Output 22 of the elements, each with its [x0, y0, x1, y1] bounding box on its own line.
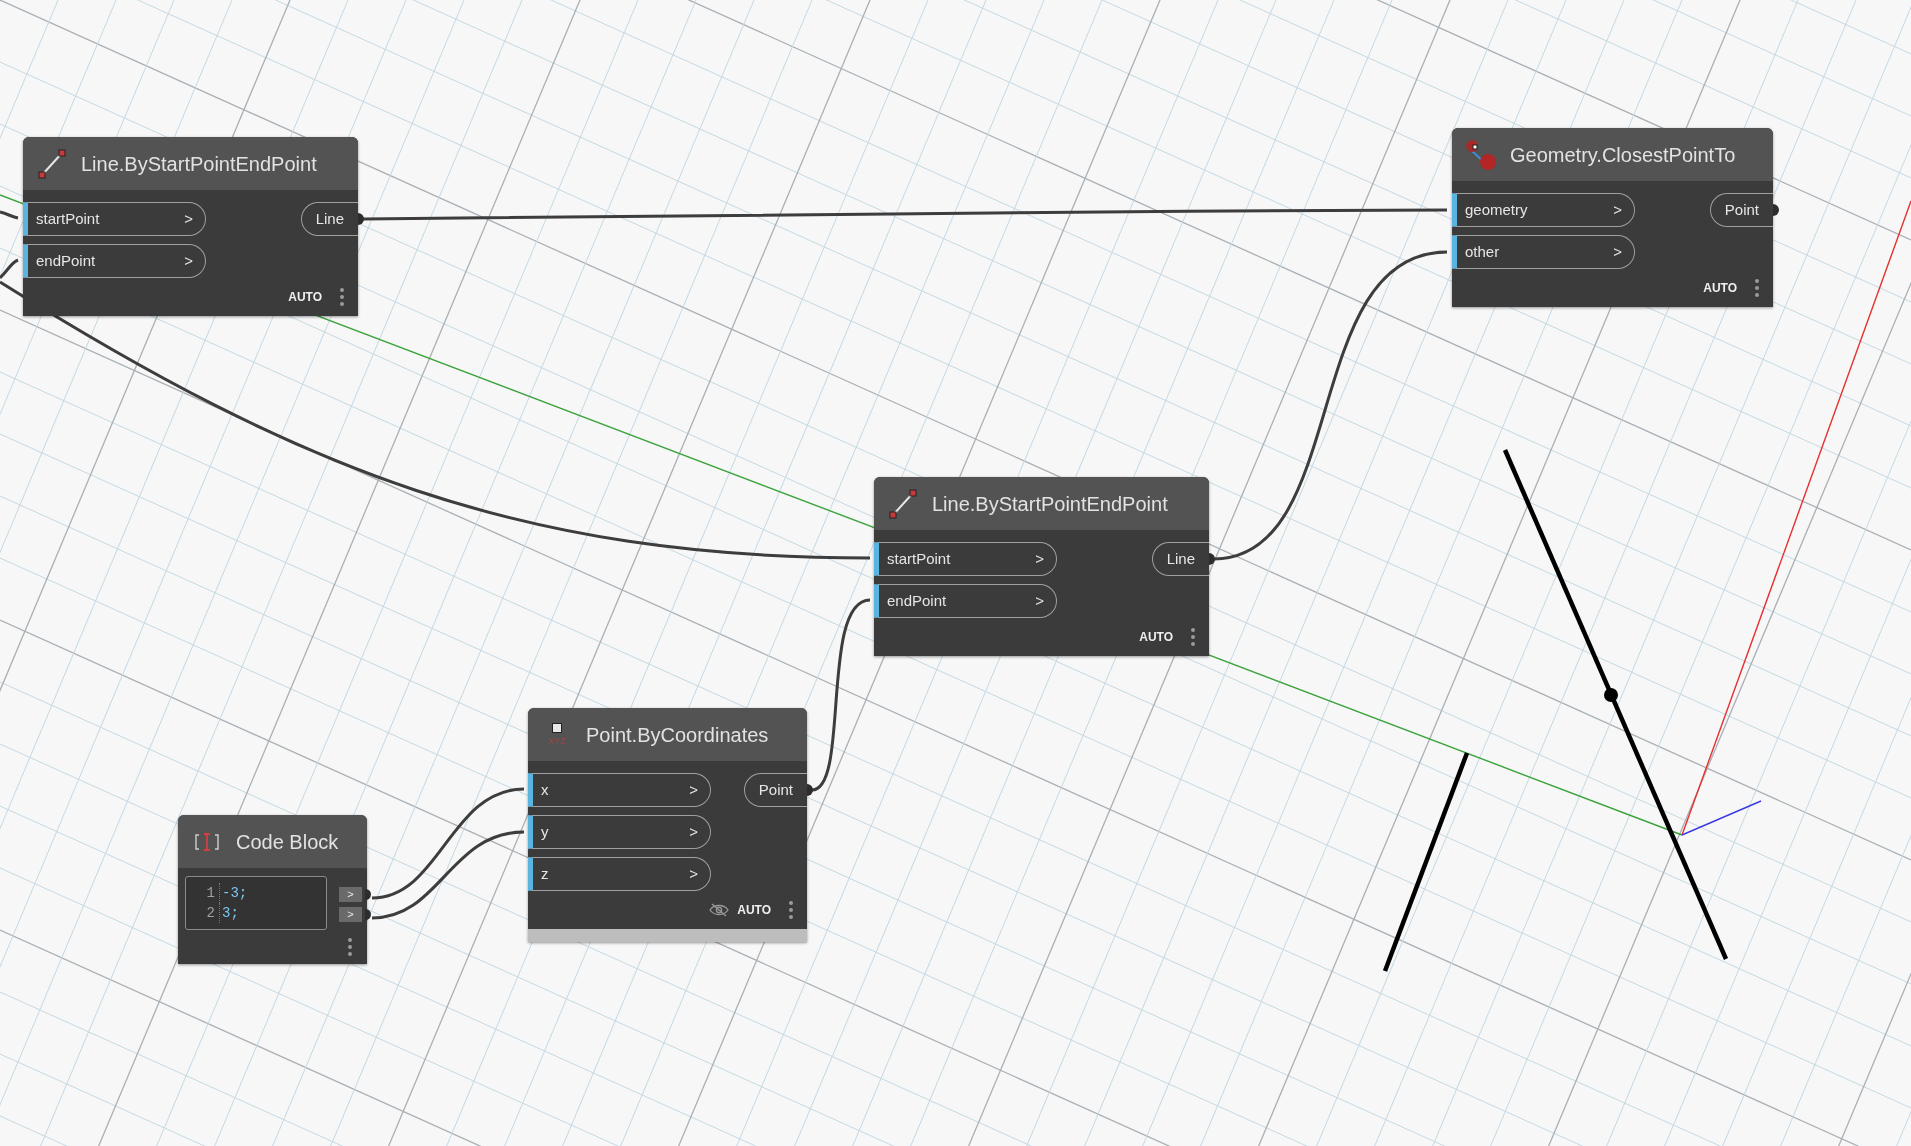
lacing-label[interactable]: AUTO [737, 901, 771, 919]
node-title: Line.ByStartPointEndPoint [932, 491, 1168, 517]
lacing-label[interactable]: AUTO [1703, 279, 1737, 297]
code-line: -3; [221, 884, 248, 903]
node-card[interactable]: Code Block 1 -3; 2 3; > > [178, 815, 367, 964]
node-card[interactable]: Line.ByStartPointEndPoint startPoint > endPoint > Line AUTO [23, 137, 358, 316]
node-title: Geometry.ClosestPointTo [1510, 142, 1736, 168]
node-title: Code Block [236, 829, 339, 855]
node-card[interactable]: Line.ByStartPointEndPoint startPoint > endPoint > Line AUTO [874, 477, 1209, 656]
output-port[interactable]: > [339, 907, 362, 922]
output-port[interactable]: > [339, 887, 362, 902]
code-editor[interactable]: 1 -3; 2 3; [185, 876, 327, 930]
node-card[interactable]: XYZ Point.ByCoordinates x > y > z > Point AUTO [528, 708, 807, 942]
icon-label: XYZ [548, 736, 566, 746]
node-title: Point.ByCoordinates [586, 722, 769, 748]
lacing-label[interactable]: AUTO [288, 288, 322, 306]
node-title: Line.ByStartPointEndPoint [81, 151, 317, 177]
line-number: 1 [186, 883, 220, 903]
lacing-label[interactable]: AUTO [1139, 628, 1173, 646]
node-card[interactable]: Geometry.ClosestPointTo geometry > other > Point AUTO [1452, 128, 1773, 307]
code-line: 3; [221, 904, 239, 923]
line-number: 2 [186, 903, 220, 923]
